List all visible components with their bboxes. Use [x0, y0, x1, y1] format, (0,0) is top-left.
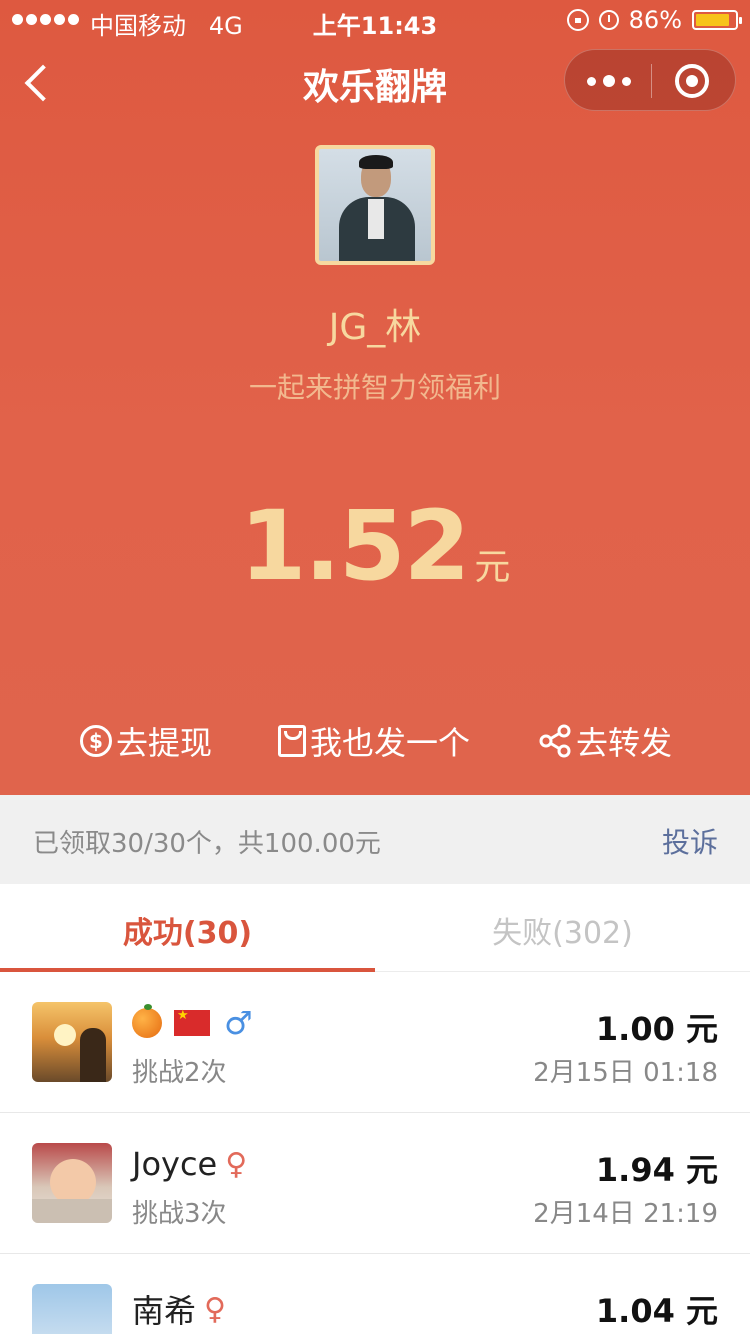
- forward-label: 去转发: [576, 724, 673, 762]
- avatar: [32, 1143, 112, 1223]
- avatar: [32, 1002, 112, 1082]
- record-time: 2月14日 21:19: [533, 1199, 718, 1229]
- record-name-text: 南希: [132, 1292, 197, 1330]
- result-tabs: 成功(30) 失败(302): [0, 884, 750, 972]
- record-time: 2月15日 01:18: [533, 1058, 718, 1088]
- challenge-count: 挑战2次: [132, 1058, 227, 1088]
- withdraw-label: 去提现: [116, 724, 213, 762]
- envelope-icon: [278, 725, 306, 757]
- alarm-icon: [598, 10, 619, 30]
- status-right: 86%: [566, 6, 742, 34]
- send-one-button[interactable]: 我也发一个: [278, 718, 470, 764]
- list-item[interactable]: Joyce ♀ 挑战3次 1.94 元 2月14日 21:19: [0, 1113, 750, 1254]
- claim-summary: 已领取30/30个，共100.00元 投诉: [0, 795, 750, 884]
- report-link[interactable]: 投诉: [662, 821, 718, 861]
- tab-fail[interactable]: 失败(302): [375, 908, 750, 952]
- forward-button[interactable]: 去转发: [538, 718, 672, 764]
- record-name: 南希 ♀: [132, 1286, 226, 1332]
- record-amount: 1.94 元: [595, 1151, 718, 1189]
- summary-text: 已领取30/30个，共100.00元: [33, 829, 381, 859]
- send-one-label: 我也发一个: [310, 724, 471, 762]
- more-button[interactable]: [587, 67, 631, 95]
- withdraw-button[interactable]: $ 去提现: [80, 718, 212, 764]
- china-flag-icon: [174, 1008, 210, 1036]
- rotation-lock-icon: [566, 9, 589, 31]
- list-item[interactable]: 南希 ♀ 1.04 元: [0, 1254, 750, 1334]
- capsule-divider: [651, 64, 652, 98]
- sender-avatar[interactable]: [315, 145, 435, 265]
- record-name: Joyce ♀: [132, 1145, 247, 1183]
- tab-success[interactable]: 成功(30): [0, 908, 375, 952]
- record-amount: 1.00 元: [595, 1010, 718, 1048]
- mini-program-capsule: [564, 49, 736, 111]
- list-item[interactable]: ♂ 挑战2次 1.00 元 2月15日 01:18: [0, 972, 750, 1113]
- action-bar: $ 去提现 我也发一个 去转发: [0, 718, 750, 768]
- record-amount: 1.04 元: [595, 1292, 718, 1330]
- female-icon: ♀: [225, 1146, 248, 1182]
- more-dots-icon: [587, 76, 596, 86]
- challenge-count: 挑战3次: [132, 1199, 227, 1229]
- amount-unit: 元: [474, 547, 511, 588]
- hero-section: 中国移动 4G 上午11:43 86% 欢乐翻牌 JG_林 一起来拼智力领福利 …: [0, 0, 750, 795]
- received-amount: 1.52 元: [0, 490, 750, 602]
- dollar-circle-icon: $: [80, 725, 112, 757]
- status-bar: 中国移动 4G 上午11:43 86%: [0, 0, 750, 40]
- sender-slogan: 一起来拼智力领福利: [248, 371, 501, 404]
- battery-percent: 86%: [628, 6, 682, 34]
- battery-icon: [692, 10, 742, 30]
- share-icon: [539, 724, 571, 758]
- male-icon: ♂: [224, 1004, 253, 1042]
- record-name-text: Joyce: [132, 1145, 218, 1183]
- record-name: ♂: [132, 1004, 253, 1042]
- orange-emoji-icon: [132, 1004, 162, 1038]
- close-mini-program-button[interactable]: [675, 64, 709, 98]
- avatar: [32, 1284, 112, 1334]
- sender-name: JG_林: [328, 307, 422, 348]
- female-icon: ♀: [204, 1291, 226, 1327]
- amount-value: 1.52: [239, 490, 471, 602]
